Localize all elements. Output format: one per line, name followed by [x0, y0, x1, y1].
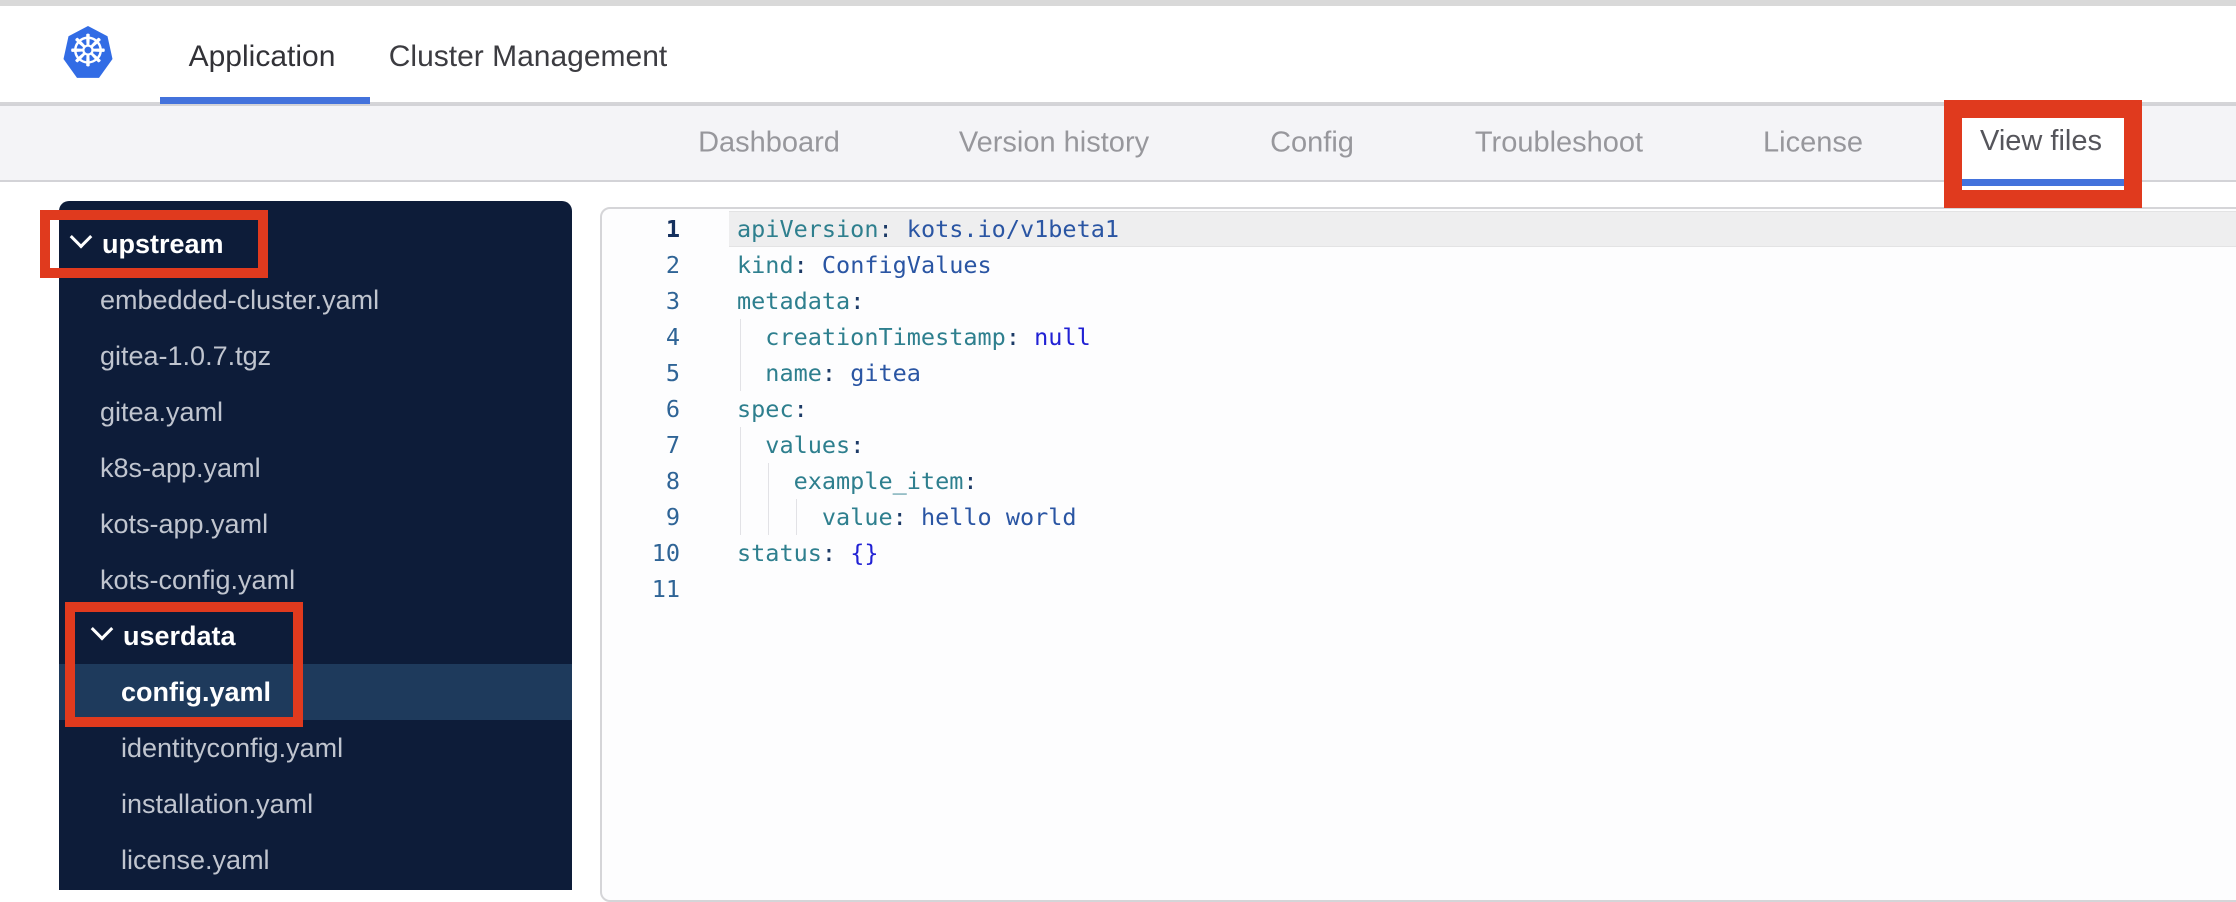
code-line-9[interactable]: 9 value: hello world	[602, 499, 2236, 535]
subnav-tab-license[interactable]: License	[1763, 127, 1863, 160]
line-number: 10	[651, 539, 680, 567]
code-line-5[interactable]: 5 name: gitea	[602, 355, 2236, 391]
code-line-3[interactable]: 3 metadata:	[602, 283, 2236, 319]
code-line-1[interactable]: 1 apiVersion: kots.io/v1beta1	[602, 211, 2236, 247]
line-number: 11	[651, 575, 680, 603]
tree-item-installation.yaml[interactable]: installation.yaml	[59, 776, 572, 832]
line-number: 9	[665, 503, 680, 531]
code-line-10[interactable]: 10 status: {}	[602, 535, 2236, 571]
code-line-4[interactable]: 4 creationTimestamp: null	[602, 319, 2236, 355]
tree-item-label: config.yaml	[121, 676, 272, 707]
tree-item-kots-config.yaml[interactable]: kots-config.yaml	[59, 552, 572, 608]
code-text: kind: ConfigValues	[737, 251, 992, 279]
kubernetes-wheel-icon: ☸	[68, 26, 108, 77]
tree-item-label: embedded-cluster.yaml	[100, 284, 380, 315]
tree-item-userdata[interactable]: userdata	[59, 608, 572, 664]
app-header: ☸ Application Cluster Management	[0, 6, 2236, 104]
line-number: 3	[665, 287, 680, 315]
tree-item-label: kots-config.yaml	[100, 564, 296, 595]
line-number: 4	[665, 323, 680, 351]
tab-application[interactable]: Application	[189, 40, 336, 74]
code-text: values:	[765, 431, 865, 459]
tree-item-kots-app.yaml[interactable]: kots-app.yaml	[59, 496, 572, 552]
line-number: 6	[665, 395, 680, 423]
tree-item-upstream[interactable]: upstream	[59, 216, 572, 272]
line-number: 1	[665, 215, 680, 243]
tree-item-gitea-1.0.7.tgz[interactable]: gitea-1.0.7.tgz	[59, 328, 572, 384]
tree-item-label: upstream	[102, 228, 224, 259]
tree-item-k8s-app.yaml[interactable]: k8s-app.yaml	[59, 440, 572, 496]
code-line-6[interactable]: 6 spec:	[602, 391, 2236, 427]
code-lines: 1 apiVersion: kots.io/v1beta1 2 kind: Confi…	[602, 211, 2236, 607]
line-number: 2	[665, 251, 680, 279]
code-text: example_item:	[793, 467, 978, 495]
code-line-7[interactable]: 7 values:	[602, 427, 2236, 463]
kubernetes-logo: ☸	[63, 26, 113, 78]
code-text: creationTimestamp: null	[765, 323, 1091, 351]
tree-item-label: identityconfig.yaml	[121, 732, 344, 763]
chevron-down-icon	[69, 225, 93, 249]
code-line-8[interactable]: 8 example_item:	[602, 463, 2236, 499]
app-subnav: Dashboard Version history Config Trouble…	[0, 104, 2236, 182]
code-text: metadata:	[737, 287, 865, 315]
tree-item-label: installation.yaml	[121, 788, 314, 819]
subnav-tab-dashboard[interactable]: Dashboard	[698, 127, 840, 160]
tree-item-label: kots-app.yaml	[100, 508, 269, 539]
tree-item-gitea.yaml[interactable]: gitea.yaml	[59, 384, 572, 440]
file-tree: upstream embedded-cluster.yaml gitea-1.0.7…	[59, 216, 572, 888]
active-tab-underline	[160, 97, 370, 104]
tree-item-label: license.yaml	[121, 844, 270, 875]
tree-item-label: gitea-1.0.7.tgz	[100, 340, 272, 371]
file-tree-sidebar: upstream embedded-cluster.yaml gitea-1.0.7…	[59, 201, 572, 890]
tree-item-config.yaml[interactable]: config.yaml	[59, 664, 572, 720]
code-text: apiVersion: kots.io/v1beta1	[737, 215, 1120, 243]
tree-item-label: userdata	[123, 620, 236, 651]
subnav-tab-config[interactable]: Config	[1270, 127, 1354, 160]
tree-item-label: gitea.yaml	[100, 396, 224, 427]
code-text: name: gitea	[765, 359, 921, 387]
chevron-down-icon	[90, 617, 114, 641]
tab-cluster-management[interactable]: Cluster Management	[389, 40, 667, 74]
tree-item-identityconfig.yaml[interactable]: identityconfig.yaml	[59, 720, 572, 776]
tree-item-license.yaml[interactable]: license.yaml	[59, 832, 572, 888]
line-number: 8	[665, 467, 680, 495]
line-number: 7	[665, 431, 680, 459]
line-number: 5	[665, 359, 680, 387]
tree-item-embedded-cluster.yaml[interactable]: embedded-cluster.yaml	[59, 272, 572, 328]
subnav-tab-troubleshoot[interactable]: Troubleshoot	[1475, 127, 1643, 160]
subnav-tab-version-history[interactable]: Version history	[959, 127, 1149, 160]
code-text: value: hello world	[821, 503, 1077, 531]
file-viewer-editor[interactable]: 1 apiVersion: kots.io/v1beta1 2 kind: Confi…	[600, 207, 2236, 902]
code-text: spec:	[737, 395, 808, 423]
subnav-tab-view-files[interactable]: View files	[1956, 104, 2126, 186]
tree-item-label: k8s-app.yaml	[100, 452, 261, 483]
code-line-2[interactable]: 2 kind: ConfigValues	[602, 247, 2236, 283]
code-line-11[interactable]: 11	[602, 571, 2236, 607]
code-text: status: {}	[737, 539, 879, 567]
